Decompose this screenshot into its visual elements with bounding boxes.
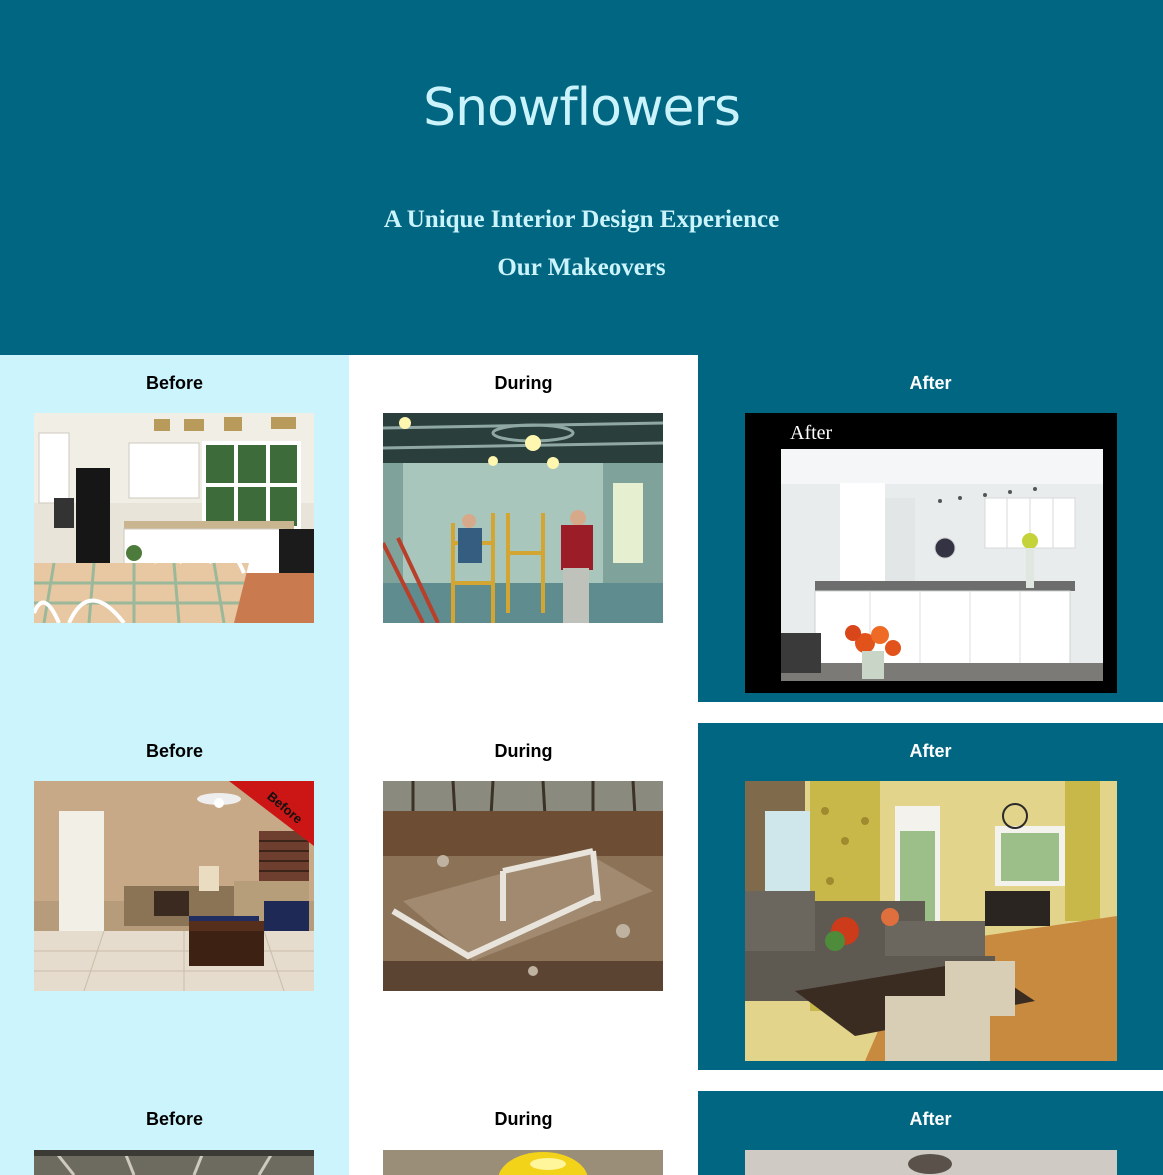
after-block-2: After	[698, 723, 1163, 1070]
site-brand-title[interactable]: Snowflowers	[0, 78, 1163, 138]
after-block-3: After	[698, 1091, 1163, 1175]
after-kitchen-photo[interactable]: After	[745, 413, 1117, 693]
during-column: During During During	[349, 355, 698, 1175]
after-livingroom-photo[interactable]	[745, 781, 1117, 1061]
during-photo-3[interactable]	[383, 1150, 663, 1175]
after-photo-3[interactable]	[745, 1150, 1117, 1175]
after-block-1: After After	[698, 355, 1163, 702]
site-header: Snowflowers A Unique Interior Design Exp…	[0, 0, 1163, 355]
after-label-1: After	[909, 373, 952, 393]
after-column: After After After After	[698, 355, 1163, 1175]
during-label-1: During	[494, 373, 553, 393]
before-photo-3[interactable]	[34, 1150, 314, 1175]
before-livingroom-photo[interactable]: Before	[34, 781, 314, 991]
during-label-3: During	[494, 1109, 553, 1129]
after-label-3: After	[909, 1109, 952, 1129]
before-label-2: Before	[145, 741, 203, 761]
during-foundation-photo[interactable]	[383, 781, 663, 991]
after-label-2: After	[909, 741, 952, 761]
before-label-3: Before	[145, 1109, 203, 1129]
before-kitchen-photo[interactable]	[34, 413, 314, 623]
before-column: Before Before Before Before	[0, 355, 349, 1175]
section-title: Our Makeovers	[497, 254, 666, 281]
before-label-1: Before	[145, 373, 203, 393]
after-photo-caption: After	[790, 422, 833, 444]
during-construction-photo[interactable]	[383, 413, 663, 623]
during-label-2: During	[494, 741, 553, 761]
site-tagline: A Unique Interior Design Experience	[383, 206, 780, 233]
